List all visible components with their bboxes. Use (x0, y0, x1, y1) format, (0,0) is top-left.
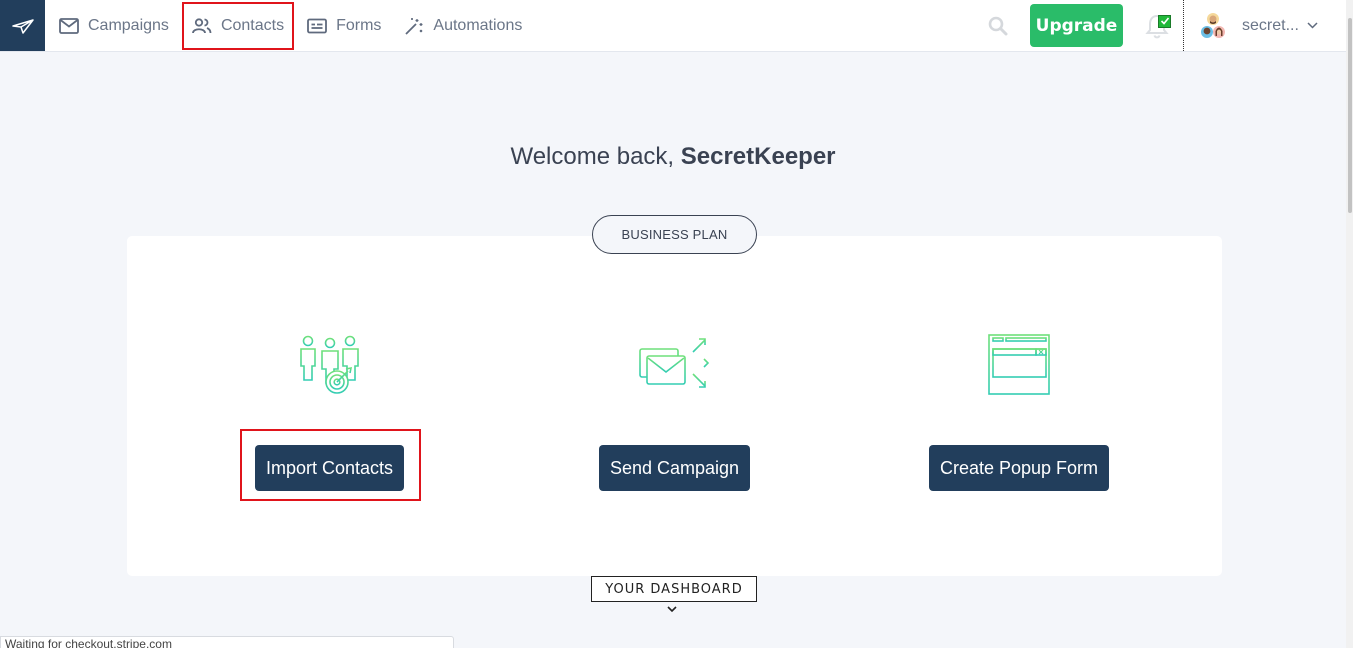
your-dashboard-toggle[interactable]: YOUR DASHBOARD (591, 576, 757, 602)
nav-contacts[interactable]: Contacts (181, 1, 295, 50)
welcome-username: SecretKeeper (680, 143, 836, 170)
scrollbar-thumb[interactable] (1348, 18, 1352, 213)
envelope-icon (59, 17, 79, 34)
username: secret... (1242, 16, 1299, 34)
nav-campaigns[interactable]: Campaigns (49, 1, 179, 51)
feature-import-contacts (210, 330, 450, 400)
nav-label: Contacts (220, 16, 285, 34)
upgrade-button[interactable]: Upgrade (1030, 4, 1123, 47)
search-icon (988, 16, 1008, 35)
topbar-right: Upgrade secret... (978, 0, 1346, 51)
nav-automations[interactable]: Automations (394, 1, 532, 51)
form-icon (307, 18, 327, 33)
topbar-divider (1183, 0, 1184, 51)
search-button[interactable] (978, 6, 1018, 46)
nav-label: Forms (336, 16, 382, 34)
feature-send-campaign (554, 330, 794, 400)
main-nav: Campaigns Contacts Forms Automations (49, 0, 535, 51)
check-icon (1160, 17, 1169, 25)
chevron-down-icon (1307, 22, 1318, 29)
nav-label: Automations (433, 16, 523, 34)
send-campaign-button[interactable]: Send Campaign (599, 445, 750, 491)
popup-form-icon (988, 334, 1050, 395)
page-scrollbar[interactable] (1346, 0, 1353, 648)
users-icon (192, 17, 212, 33)
avatar (1201, 12, 1225, 38)
app-logo[interactable] (0, 0, 45, 51)
magic-wand-icon (405, 17, 423, 35)
welcome-prefix: Welcome back, (510, 143, 681, 170)
notification-checkmark-badge (1158, 14, 1171, 28)
notifications-button[interactable] (1137, 6, 1177, 46)
quick-actions-card (127, 236, 1222, 576)
plan-badge: BUSINESS PLAN (592, 215, 757, 254)
browser-status-bar: Waiting for checkout.stripe.com (0, 636, 454, 648)
contacts-target-icon (300, 335, 359, 394)
nav-label: Campaigns (88, 16, 169, 34)
top-navigation-bar: Campaigns Contacts Forms Automations Upg… (0, 0, 1346, 52)
send-envelopes-icon (639, 338, 710, 388)
feature-popup-form (899, 330, 1139, 400)
nav-forms[interactable]: Forms (297, 1, 391, 51)
user-menu[interactable]: secret... (1198, 11, 1346, 41)
paper-plane-icon (11, 18, 34, 34)
create-popup-form-button[interactable]: Create Popup Form (929, 445, 1109, 491)
chevron-down-icon[interactable] (666, 605, 678, 614)
welcome-heading: Welcome back, SecretKeeper (0, 143, 1346, 171)
import-contacts-button[interactable]: Import Contacts (255, 445, 404, 491)
